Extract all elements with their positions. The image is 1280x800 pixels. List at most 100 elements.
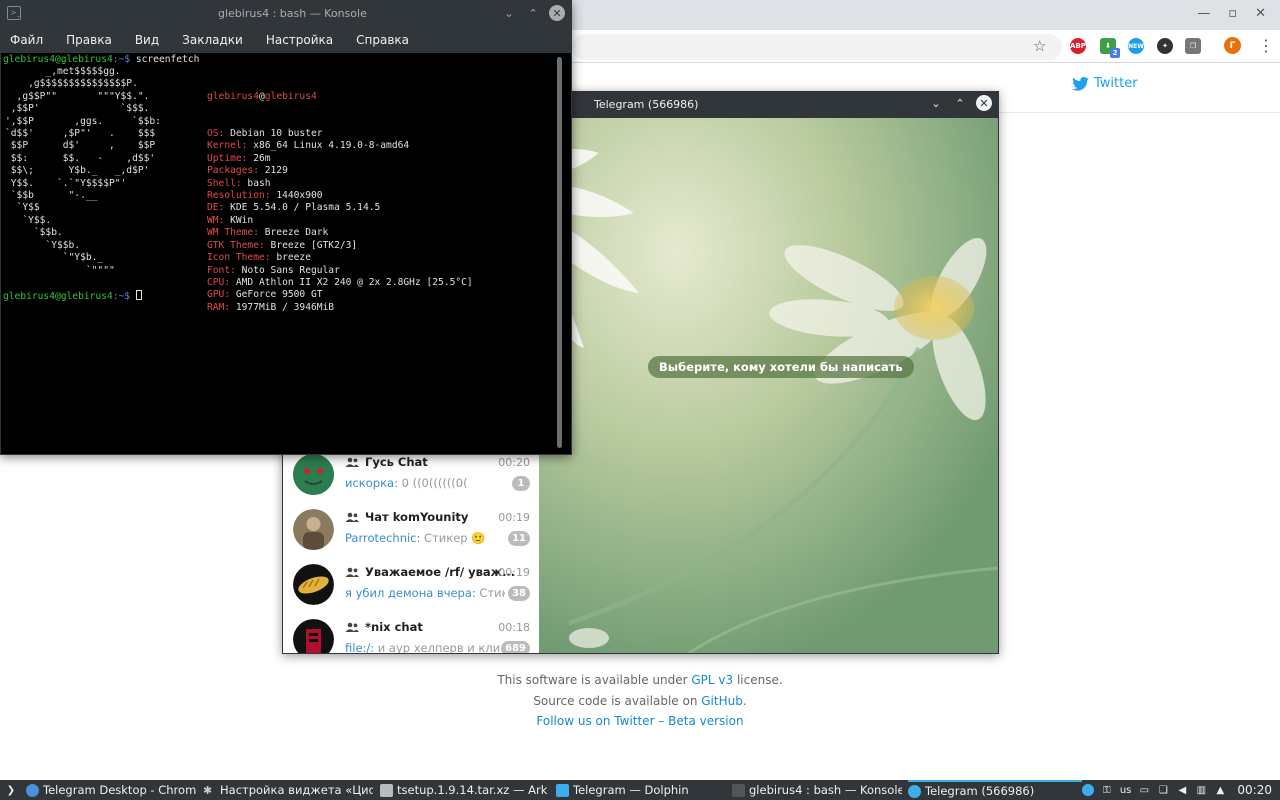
menu-help[interactable]: Справка	[356, 33, 409, 47]
menu-edit[interactable]: Правка	[66, 33, 112, 47]
host-name: glebirus4	[264, 90, 317, 102]
chat-title-text: Уважаемое /rf/ уваж...	[365, 565, 516, 579]
address-bar[interactable]	[572, 34, 1062, 60]
group-icon	[345, 622, 359, 632]
menu-file[interactable]: Файл	[10, 33, 43, 47]
terminal-icon	[732, 783, 745, 797]
minimize-icon[interactable]: ⌄	[928, 95, 944, 111]
taskbar-task-telegram[interactable]: Telegram (566986)	[908, 780, 1082, 800]
maximize-icon[interactable]: ⌃	[525, 5, 541, 21]
chat-preview-text: и аур хелперв и кли...	[374, 641, 505, 653]
telegram-tray-icon[interactable]	[1081, 784, 1094, 796]
chat-preview-text: 0 ((0((((((0(	[397, 476, 468, 490]
follow-line: Follow us on Twitter – Beta version	[300, 711, 980, 732]
clock[interactable]: 00:20	[1237, 783, 1272, 797]
minimize-icon[interactable]: ⌄	[501, 5, 517, 21]
clipboard-icon[interactable]: ❏	[1157, 784, 1169, 796]
taskbar-task-ark[interactable]: tsetup.1.9.14.tar.xz — Ark	[380, 780, 550, 800]
prompt-user: glebirus4@glebirus4	[3, 291, 113, 302]
chat-preview-sender: Parrotechnic:	[345, 531, 421, 545]
daisy-wallpaper-image	[539, 118, 998, 653]
github-link[interactable]: GitHub	[701, 694, 743, 708]
ascii-art-line: `""""	[5, 264, 115, 276]
screenfetch-info-row: Font: Noto Sans Regular	[207, 265, 473, 277]
chat-title: *nix chat	[345, 620, 423, 634]
chat-preview-text: Стик...	[479, 586, 505, 600]
konsole-window: >_ glebirus4 : bash — Konsole ⌄ ⌃ ✕ Файл…	[0, 0, 572, 455]
menu-view[interactable]: Вид	[135, 33, 159, 47]
info-value: 1977MiB / 3946MiB	[230, 301, 335, 313]
close-icon[interactable]: ✕	[1255, 6, 1266, 21]
chat-list-item[interactable]: Уважаемое /rf/ уваж... 00:19 я убил демо…	[283, 559, 539, 614]
chat-title: Уважаемое /rf/ уваж...	[345, 565, 515, 579]
maximize-icon[interactable]: ▫	[1228, 6, 1237, 21]
close-icon[interactable]: ✕	[976, 95, 992, 111]
taskbar-task-chromium[interactable]: Telegram Desktop - Chromiu...	[26, 780, 196, 800]
close-icon[interactable]: ✕	[549, 5, 565, 21]
keyboard-layout[interactable]: us	[1120, 784, 1132, 796]
info-value: Breeze [GTK2/3]	[264, 239, 358, 251]
ascii-art-line: ,g$$P"" """Y$$.".	[5, 90, 150, 102]
follow-twitter-link[interactable]: Follow us on Twitter	[536, 714, 654, 728]
twitter-header-link[interactable]: Twitter	[1072, 76, 1138, 91]
prompt-user: glebirus4@glebirus4	[3, 54, 113, 65]
copy-extension-icon[interactable]: ❐	[1185, 38, 1201, 54]
app-launcher-icon[interactable]: ❯	[0, 780, 22, 800]
chat-title: Чат komYounity	[345, 510, 468, 524]
chat-title-text: *nix chat	[365, 620, 423, 634]
screenfetch-info-row: Shell: bash	[207, 178, 473, 190]
chat-time: 00:20	[498, 456, 530, 469]
network-icon[interactable]: ▥	[1195, 784, 1207, 796]
minimize-icon[interactable]: —	[1197, 6, 1210, 21]
new-extension-icon[interactable]: NEW	[1128, 38, 1144, 54]
twitter-header-link-label: Twitter	[1094, 76, 1138, 91]
adblock-extension-icon[interactable]: ABP	[1070, 38, 1086, 54]
menu-settings[interactable]: Настройка	[266, 33, 333, 47]
ascii-art-line: `Y$$.	[5, 214, 52, 226]
chat-list-item[interactable]: Гусь Chat 00:20 искорка: 0 ((0((((((0( 1	[283, 449, 539, 504]
info-key: DE:	[207, 202, 225, 214]
terminal-icon[interactable]: >_	[7, 6, 21, 20]
group-icon	[345, 457, 359, 467]
ascii-art-line: `d$$' ,$P"' . $$$	[5, 128, 156, 140]
chat-time: 00:19	[498, 511, 530, 524]
goose-avatar-icon	[293, 454, 334, 495]
chat-list-item[interactable]: *nix chat 00:18 file:/: и аур хелперв и …	[283, 614, 539, 653]
license-text: This software is available under	[497, 673, 692, 687]
profile-avatar[interactable]: Г	[1224, 37, 1241, 54]
chat-preview: искорка: 0 ((0((((((0(	[345, 476, 505, 490]
gpl-link[interactable]: GPL v3	[691, 673, 733, 687]
terminal-command: screenfetch	[130, 54, 200, 65]
chat-list-item[interactable]: Чат komYounity 00:19 Parrotechnic: Стике…	[283, 504, 539, 559]
screenfetch-info-row: Resolution: 1440x900	[207, 190, 473, 202]
taskbar-task-widget-settings[interactable]: ✱ Настройка виджета «Цифр...	[203, 780, 373, 800]
taskbar-task-konsole[interactable]: glebirus4 : bash — Konsole	[732, 780, 902, 800]
beta-version-link[interactable]: Beta version	[668, 714, 743, 728]
key-icon[interactable]: ⚿	[1101, 784, 1113, 796]
screenfetch-info-row: GPU: GeForce 9500 GT	[207, 289, 473, 301]
display-icon[interactable]: ▭	[1138, 784, 1150, 796]
konsole-titlebar[interactable]: >_ glebirus4 : bash — Konsole ⌄ ⌃ ✕	[1, 1, 571, 27]
chat-preview: Parrotechnic: Стикер 🙂	[345, 531, 505, 545]
puzzle-extension-icon[interactable]: ✦	[1157, 38, 1173, 54]
ascii-art-line: Y$$. `.`"Y$$$$P"'	[5, 177, 127, 189]
license-line: This software is available under GPL v3 …	[300, 670, 980, 691]
browser-menu-icon[interactable]: ⋮	[1258, 36, 1274, 55]
download-extension-icon[interactable]: ⬇ 2	[1100, 38, 1120, 58]
chat-title-text: Чат komYounity	[365, 510, 469, 524]
volume-icon[interactable]: ◀	[1176, 784, 1188, 796]
screenfetch-info-row: Icon Theme: breeze	[207, 252, 473, 264]
menu-bookmarks[interactable]: Закладки	[182, 33, 243, 47]
ascii-art-line: `$$b "-.__	[5, 190, 98, 202]
terminal-scrollbar[interactable]	[557, 57, 562, 448]
info-key: WM:	[207, 214, 225, 226]
bookmark-star-icon[interactable]: ☆	[1033, 37, 1046, 55]
screenfetch-info-row: GTK Theme: Breeze [GTK2/3]	[207, 240, 473, 252]
screenfetch-info-row: Packages: 2129	[207, 165, 473, 177]
ascii-art-line: $$: $$. - ,d$$'	[5, 152, 156, 164]
taskbar-task-dolphin[interactable]: Telegram — Dolphin	[556, 780, 726, 800]
info-value: Noto Sans Regular	[235, 264, 340, 276]
terminal-output[interactable]: glebirus4@glebirus4:~$ screenfetch _,met…	[1, 53, 557, 454]
maximize-icon[interactable]: ⌃	[952, 95, 968, 111]
tray-expand-icon[interactable]: ▲	[1214, 784, 1226, 796]
